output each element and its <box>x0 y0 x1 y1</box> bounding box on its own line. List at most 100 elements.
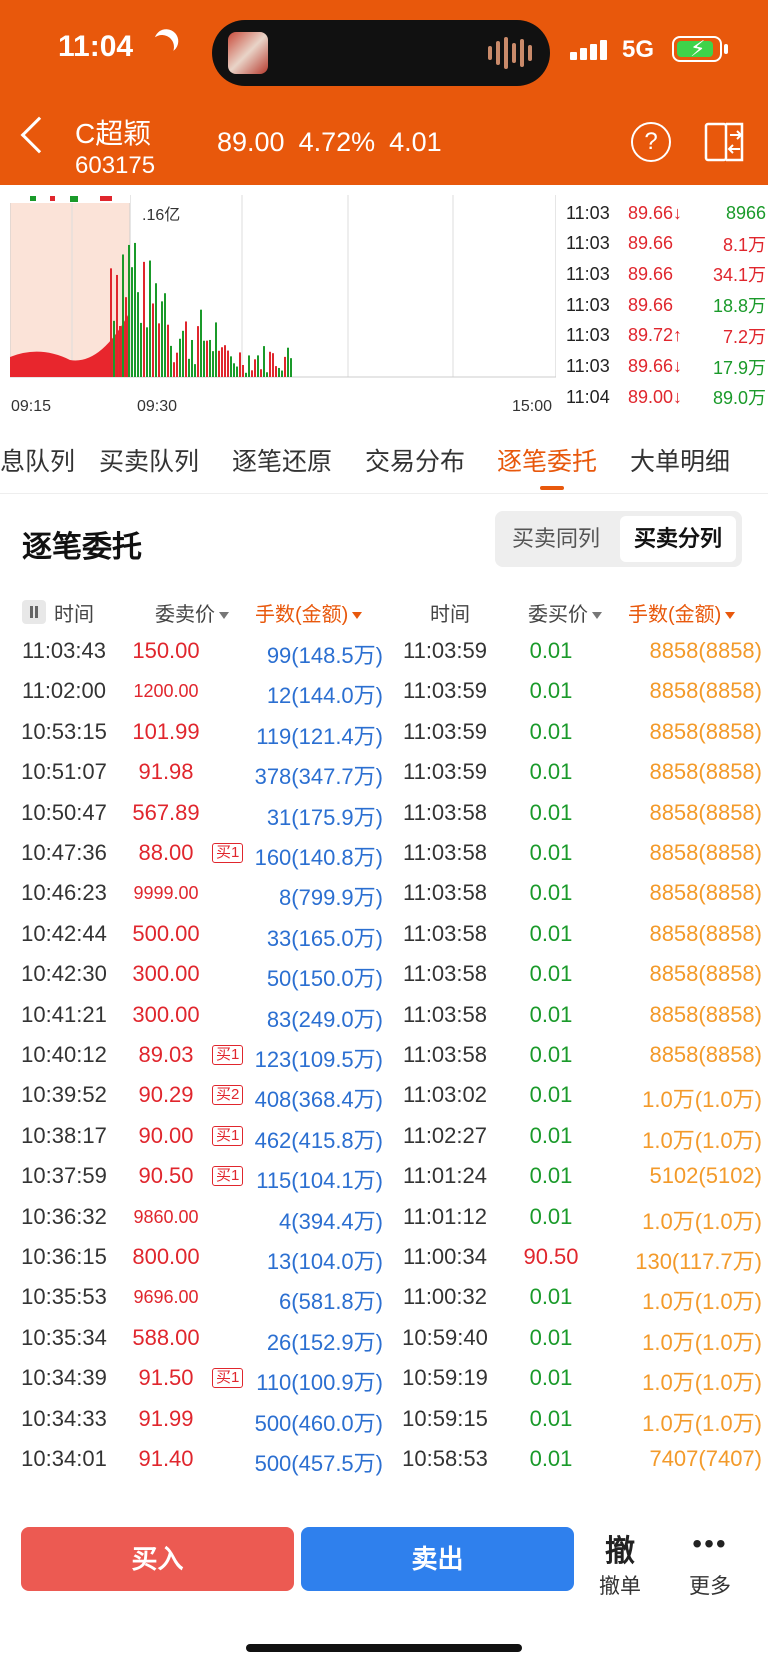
volume-bar <box>155 283 157 377</box>
cancel-order-icon[interactable]: 撤 <box>600 1526 640 1570</box>
sell-price: 91.40 <box>138 1446 194 1471</box>
pause-icon[interactable] <box>22 600 46 624</box>
ellipsis-icon[interactable]: ••• <box>692 1528 728 1560</box>
tab-queue-info[interactable]: 息队列 <box>0 442 75 478</box>
order-row[interactable]: 10:37:59 90.50 买1 115(104.1万) 11:01:24 0.01 51… <box>0 1155 768 1198</box>
signal-icon <box>570 40 607 60</box>
col-sell-price[interactable]: 委卖价 <box>155 598 229 628</box>
dynamic-island[interactable] <box>212 20 550 86</box>
volume-bar <box>281 370 283 377</box>
sell-price: 88.00 <box>138 840 194 865</box>
col-buy-price[interactable]: 委买价 <box>528 598 602 628</box>
buy-time: 11:03:59 <box>402 678 487 704</box>
tick-price: 89.66 <box>628 263 674 284</box>
order-row[interactable]: 10:36:15 800.00 13(104.0万) 11:00:34 90.50 130… <box>0 1236 768 1279</box>
buy-price: 0.01 <box>529 1122 573 1148</box>
order-row[interactable]: 10:51:07 91.98 378(347.7万) 11:03:59 0.01 8858… <box>0 751 768 794</box>
change-amount: 4.01 <box>389 127 442 157</box>
buy-price: 0.01 <box>529 638 573 663</box>
volume-bar <box>275 366 277 377</box>
tick-row: 11:03 89.66 34.1万 <box>566 258 766 290</box>
tick-price: 89.66 <box>628 233 674 254</box>
buy-qty: 8858(8858) <box>649 718 762 744</box>
sell-time: 11:03:43 <box>21 638 106 663</box>
order-row[interactable]: 10:40:12 89.03 买1 123(109.5万) 11:03:58 0.01 88… <box>0 1034 768 1077</box>
order-row[interactable]: 10:34:01 91.40 500(457.5万) 10:58:53 0.01 7407… <box>0 1438 768 1481</box>
home-indicator[interactable] <box>246 1644 522 1652</box>
tab-trade-distribution[interactable]: 交易分布 <box>365 442 465 478</box>
toggle-same-column[interactable]: 买卖同列 <box>501 516 611 562</box>
volume-bar <box>122 254 124 377</box>
order-row[interactable]: 10:38:17 90.00 买1 462(415.8万) 11:02:27 0.01 1.… <box>0 1115 768 1158</box>
buy-button[interactable]: 买入 <box>21 1527 294 1591</box>
order-list[interactable]: 11:03:43 150.00 99(148.5万) 11:03:59 0.01 8858… <box>0 636 768 1506</box>
volume-bar <box>233 363 235 377</box>
order-row[interactable]: 10:42:44 500.00 33(165.0万) 11:03:58 0.01 8858… <box>0 913 768 956</box>
more-label[interactable]: 更多 <box>680 1570 740 1600</box>
buy-qty: 1.0万(1.0万) <box>642 1127 762 1153</box>
buy-time: 11:03:58 <box>402 799 487 825</box>
buy-qty: 8858(8858) <box>649 880 762 906</box>
order-row[interactable]: 10:46:23 9999.00 8(799.9万) 11:03:58 0.01 8858… <box>0 872 768 915</box>
order-row[interactable]: 10:47:36 88.00 买1 160(140.8万) 11:03:58 0.01 88… <box>0 832 768 875</box>
cancel-order-label[interactable]: 撤单 <box>590 1570 650 1600</box>
volume-bar <box>242 364 244 377</box>
tick-time: 11:03 <box>566 263 610 284</box>
sell-button[interactable]: 卖出 <box>301 1527 574 1591</box>
app-header: 11:04 5G ⚡ C超颖 603175 89.00 4.72% 4.01 ? <box>0 0 768 185</box>
order-row[interactable]: 10:35:34 588.00 26(152.9万) 10:59:40 0.01 1.0万… <box>0 1317 768 1360</box>
order-row[interactable]: 10:42:30 300.00 50(150.0万) 11:03:58 0.01 8858… <box>0 953 768 996</box>
sell-time: 10:34:33 <box>21 1405 107 1431</box>
order-row[interactable]: 10:50:47 567.89 31(175.9万) 11:03:58 0.01 8858… <box>0 792 768 835</box>
buy-price: 0.01 <box>529 1284 573 1310</box>
buy-price: 0.01 <box>529 1001 573 1027</box>
buy-price: 0.01 <box>529 799 573 825</box>
col-sell-time: 时间 <box>54 604 94 626</box>
col-buy-time: 时间 <box>430 604 470 626</box>
volume-bar <box>266 372 268 377</box>
order-row[interactable]: 11:02:00 1200.00 12(144.0万) 11:03:59 0.01 885… <box>0 670 768 713</box>
volume-bar <box>284 356 286 377</box>
back-arrow-icon[interactable] <box>20 116 58 154</box>
tick-price: 89.66 <box>628 294 674 315</box>
volume-bar <box>197 326 199 377</box>
sell-time: 10:34:39 <box>21 1365 107 1391</box>
order-row[interactable]: 10:35:53 9696.00 6(581.8万) 11:00:32 0.01 1.0万… <box>0 1276 768 1319</box>
tab-bid-ask-queue[interactable]: 买卖队列 <box>99 442 199 478</box>
toggle-split-column[interactable]: 买卖分列 <box>620 516 736 562</box>
tab-order-by-order[interactable]: 逐笔委托 <box>497 442 597 478</box>
order-row[interactable]: 10:39:52 90.29 买2 408(368.4万) 11:03:02 0.01 1.… <box>0 1074 768 1117</box>
buy-qty: 8858(8858) <box>649 638 762 663</box>
tab-large-orders[interactable]: 大单明细 <box>630 442 730 478</box>
tab-trade-restore[interactable]: 逐笔还原 <box>232 442 332 478</box>
buy-price: 0.01 <box>529 718 573 744</box>
sell-qty: 31(175.9万) <box>266 804 383 830</box>
switch-layout-icon[interactable] <box>704 121 746 163</box>
order-row[interactable]: 10:34:39 91.50 买1 110(100.9万) 10:59:19 0.01 1.… <box>0 1357 768 1400</box>
buy-time: 11:00:34 <box>402 1244 487 1269</box>
order-row[interactable]: 10:36:32 9860.00 4(394.4万) 11:01:12 0.01 1.0万… <box>0 1196 768 1239</box>
sell-qty: 83(249.0万) <box>266 1006 383 1032</box>
sell-price: 91.98 <box>138 759 194 785</box>
col-sell-qty[interactable]: 手数(金额) <box>255 598 363 628</box>
order-row[interactable]: 11:03:43 150.00 99(148.5万) 11:03:59 0.01 8858… <box>0 636 768 673</box>
sell-price: 567.89 <box>132 799 200 825</box>
order-row[interactable]: 10:41:21 300.00 83(249.0万) 11:03:58 0.01 8858… <box>0 994 768 1037</box>
buy-time: 11:03:58 <box>402 1042 487 1067</box>
tick-time: 11:03 <box>566 233 610 254</box>
buy-time: 11:01:24 <box>402 1163 487 1189</box>
stock-name: C超颖 <box>75 118 152 149</box>
volume-bar <box>119 326 121 377</box>
order-row[interactable]: 10:53:15 101.99 119(121.4万) 11:03:59 0.01 885… <box>0 711 768 754</box>
buy-price: 0.01 <box>529 1042 573 1067</box>
question-circle-icon[interactable]: ? <box>631 122 671 162</box>
sell-time: 10:46:23 <box>21 880 107 906</box>
tick-row: 11:03 89.66↓ 8966 <box>566 197 766 229</box>
order-row[interactable]: 10:34:33 91.99 500(460.0万) 10:59:15 0.01 1.0万… <box>0 1398 768 1441</box>
sort-caret-icon <box>725 612 736 620</box>
sell-time: 10:53:15 <box>21 718 107 744</box>
tick-row: 11:03 89.66 8.1万 <box>566 228 766 260</box>
col-buy-qty[interactable]: 手数(金额) <box>628 598 736 628</box>
volume-bar <box>179 338 181 377</box>
sell-time: 10:34:01 <box>21 1446 107 1471</box>
